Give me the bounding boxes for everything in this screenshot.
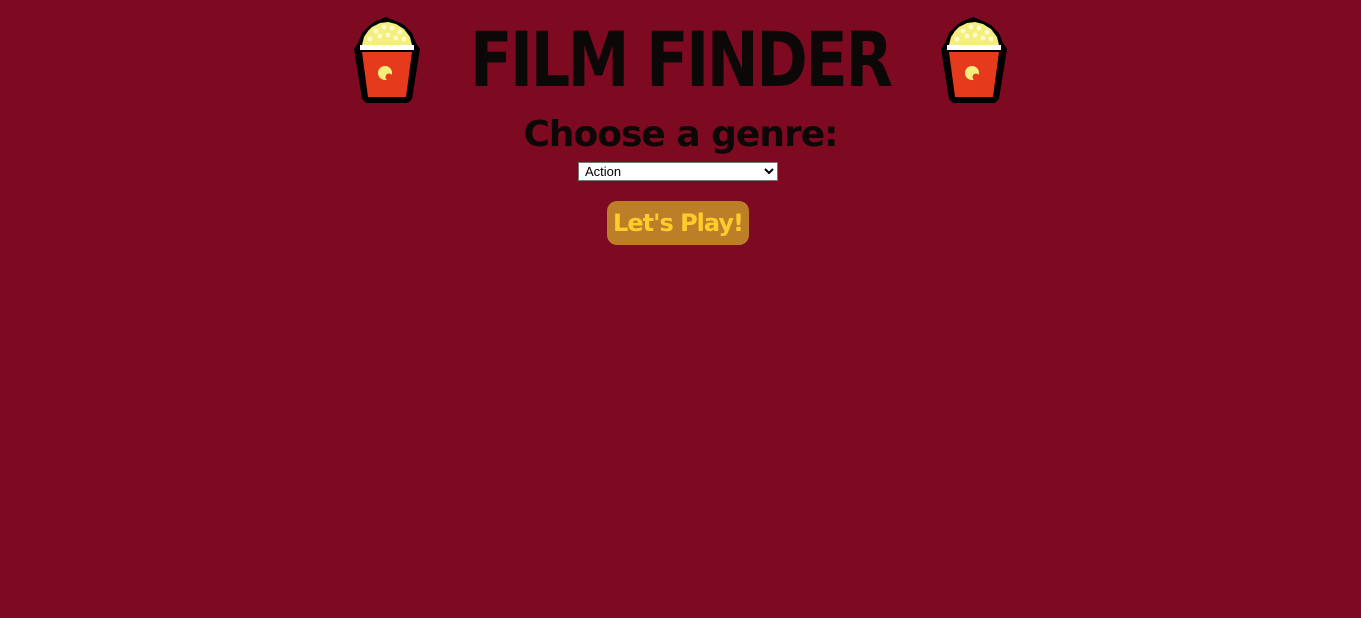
genre-select[interactable]: Action <box>578 162 778 181</box>
popcorn-icon <box>940 17 1007 103</box>
header: FILM FINDER <box>0 14 1361 106</box>
app-title: FILM FINDER <box>470 15 893 105</box>
play-button[interactable]: Let's Play! <box>607 201 749 245</box>
popcorn-icon <box>354 17 421 103</box>
genre-heading: Choose a genre: <box>523 114 838 155</box>
page: FILM FINDER Choose a genre: Action Let's… <box>0 0 1361 618</box>
